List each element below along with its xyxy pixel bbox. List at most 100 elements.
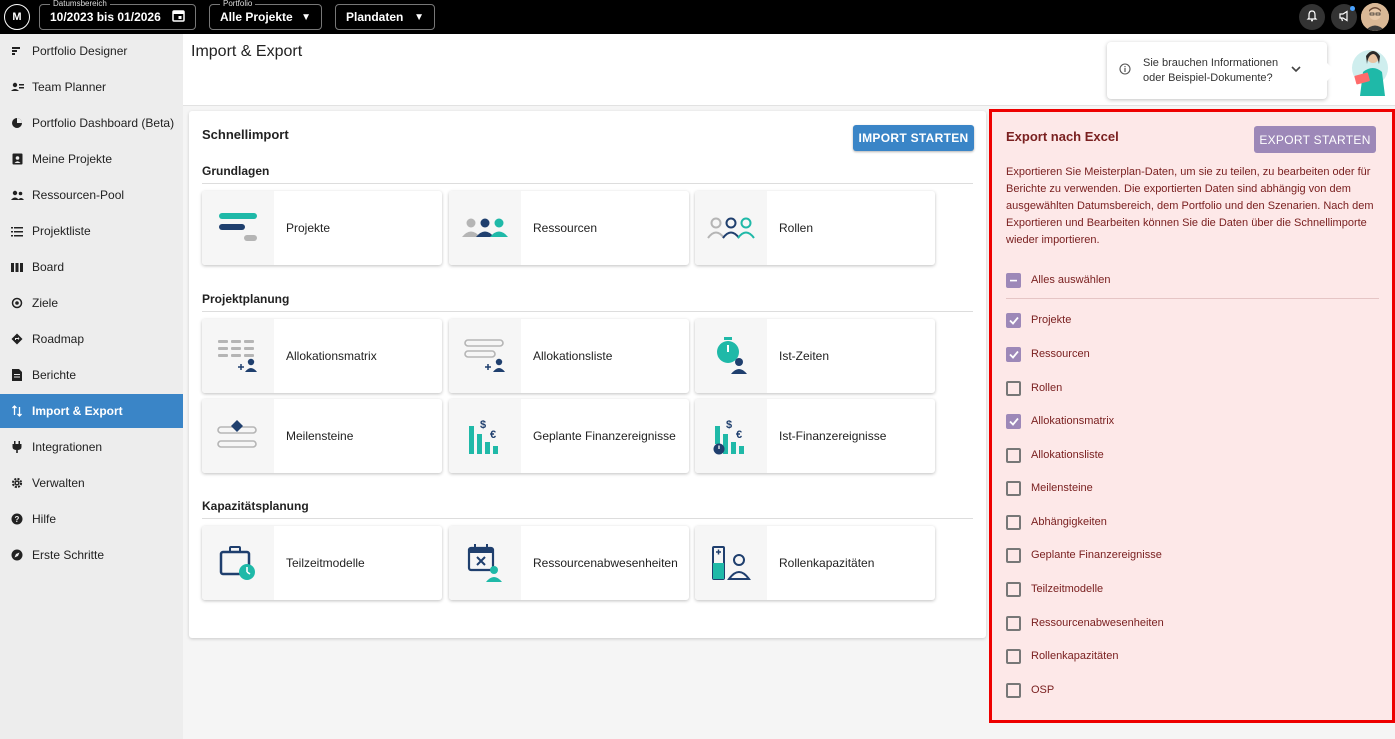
- import-tile-actual-financial-events[interactable]: $ € Ist-Finanzereignisse: [695, 399, 935, 473]
- dashboard-icon: [10, 116, 24, 130]
- checkbox-label: Ressourcenabwesenheiten: [1031, 617, 1164, 629]
- checkbox-label: OSP: [1031, 684, 1055, 696]
- date-range-value: 10/2023 bis 01/2026: [50, 10, 161, 24]
- import-tile-projects[interactable]: Projekte: [202, 191, 442, 265]
- sidebar-item-resource-pool[interactable]: Ressourcen-Pool: [0, 178, 183, 212]
- checkbox-empty-icon: [1006, 547, 1021, 563]
- section-divider: [202, 183, 973, 184]
- scenario-select[interactable]: Plandaten ▼: [335, 4, 435, 30]
- milestones-icon: [202, 399, 274, 473]
- export-panel: Export nach Excel EXPORT STARTEN Exporti…: [989, 109, 1395, 723]
- checkbox-label: Alles auswählen: [1031, 274, 1111, 286]
- sidebar-item-label: Projektliste: [32, 224, 91, 238]
- tile-label: Meilensteine: [286, 429, 354, 443]
- roles-icon: [695, 191, 767, 265]
- import-tile-resource-absences[interactable]: Ressourcenabwesenheiten: [449, 526, 689, 600]
- sidebar-item-roadmap[interactable]: Roadmap: [0, 322, 183, 356]
- sidebar-item-my-projects[interactable]: Meine Projekte: [0, 142, 183, 176]
- sidebar-item-manage[interactable]: Verwalten: [0, 466, 183, 500]
- import-tile-allocation-list[interactable]: Allokationsliste: [449, 319, 689, 393]
- info-dropdown[interactable]: Sie brauchen Informationen oder Beispiel…: [1107, 42, 1327, 99]
- export-option-roles[interactable]: Rollen: [1006, 378, 1062, 398]
- section-title-basics: Grundlagen: [202, 164, 270, 178]
- export-option-milestones[interactable]: Meilensteine: [1006, 478, 1093, 498]
- calendar-icon: [172, 9, 185, 25]
- announcements-button[interactable]: [1331, 4, 1357, 30]
- select-all-checkbox[interactable]: Alles auswählen: [1006, 270, 1111, 290]
- import-start-button[interactable]: IMPORT STARTEN: [853, 125, 974, 151]
- import-tile-planned-financial-events[interactable]: $ € Geplante Finanzereignisse: [449, 399, 689, 473]
- import-tile-roles[interactable]: Rollen: [695, 191, 935, 265]
- sidebar-item-reports[interactable]: Berichte: [0, 358, 183, 392]
- export-option-resource-absences[interactable]: Ressourcenabwesenheiten: [1006, 613, 1164, 633]
- sidebar-item-goals[interactable]: Ziele: [0, 286, 183, 320]
- export-option-allocation-list[interactable]: Allokationsliste: [1006, 445, 1104, 465]
- checkbox-empty-icon: [1006, 514, 1021, 530]
- tile-label: Ist-Finanzereignisse: [779, 429, 887, 443]
- checkbox-empty-icon: [1006, 648, 1021, 664]
- sidebar-item-import-export[interactable]: Import & Export: [0, 394, 183, 428]
- import-tile-role-capacities[interactable]: Rollenkapazitäten: [695, 526, 935, 600]
- date-range-label: Datumsbereich: [50, 0, 110, 9]
- svg-text:€: €: [490, 429, 496, 441]
- import-export-icon: [10, 404, 24, 418]
- export-option-projects[interactable]: Projekte: [1006, 310, 1071, 330]
- tile-label: Geplante Finanzereignisse: [533, 429, 676, 443]
- export-option-role-capacities[interactable]: Rollenkapazitäten: [1006, 646, 1118, 666]
- team-planner-icon: [10, 80, 24, 94]
- section-title-project-planning: Projektplanung: [202, 292, 290, 306]
- svg-text:$: $: [480, 419, 486, 431]
- plug-icon: [10, 440, 24, 454]
- indeterminate-checkbox-icon: [1006, 272, 1021, 288]
- sidebar-item-label: Berichte: [32, 368, 77, 382]
- svg-text:€: €: [736, 429, 742, 441]
- section-title-capacity-planning: Kapazitätsplanung: [202, 499, 309, 513]
- export-option-osp[interactable]: OSP: [1006, 680, 1054, 700]
- planned-finance-icon: $ €: [449, 399, 521, 473]
- portfolio-designer-icon: [10, 44, 24, 58]
- calendar-absence-icon: [449, 526, 521, 600]
- import-tile-part-time-models[interactable]: Teilzeitmodelle: [202, 526, 442, 600]
- quick-import-title: Schnellimport: [202, 127, 289, 142]
- sidebar-item-label: Erste Schritte: [32, 548, 105, 562]
- helper-illustration-icon: [1349, 44, 1391, 98]
- sidebar-item-team-planner[interactable]: Team Planner: [0, 70, 183, 104]
- export-option-resources[interactable]: Ressourcen: [1006, 344, 1090, 364]
- export-option-dependencies[interactable]: Abhängigkeiten: [1006, 512, 1107, 532]
- tile-label: Projekte: [286, 221, 331, 235]
- checkbox-label: Geplante Finanzereignisse: [1031, 549, 1162, 561]
- svg-text:?: ?: [15, 515, 20, 524]
- import-tile-actual-times[interactable]: Ist-Zeiten: [695, 319, 935, 393]
- export-option-part-time-models[interactable]: Teilzeitmodelle: [1006, 579, 1103, 599]
- export-start-button[interactable]: EXPORT STARTEN: [1254, 126, 1376, 153]
- app-logo[interactable]: M: [4, 4, 30, 30]
- caret-down-icon: ▼: [414, 11, 424, 23]
- info-box-pointer: [1326, 62, 1336, 82]
- sidebar-item-label: Verwalten: [32, 476, 85, 490]
- section-divider: [202, 311, 973, 312]
- export-description: Exportieren Sie Meisterplan-Daten, um si…: [1006, 166, 1374, 246]
- sidebar-item-help[interactable]: ? Hilfe: [0, 502, 183, 536]
- export-divider: [1006, 298, 1379, 299]
- checkbox-label: Rollenkapazitäten: [1031, 650, 1119, 662]
- export-option-planned-financial-events[interactable]: Geplante Finanzereignisse: [1006, 545, 1162, 565]
- sidebar-item-portfolio-designer[interactable]: Portfolio Designer: [0, 34, 183, 68]
- export-option-allocation-matrix[interactable]: Allokationsmatrix: [1006, 411, 1114, 431]
- sidebar-item-portfolio-dashboard[interactable]: Portfolio Dashboard (Beta): [0, 106, 183, 140]
- tile-label: Teilzeitmodelle: [286, 556, 365, 570]
- portfolio-label: Portfolio: [220, 0, 256, 9]
- sidebar-item-board[interactable]: Board: [0, 250, 183, 284]
- checkbox-label: Teilzeitmodelle: [1031, 583, 1104, 595]
- user-avatar[interactable]: [1361, 3, 1389, 31]
- checkbox-label: Rollen: [1031, 382, 1063, 394]
- checkbox-empty-icon: [1006, 447, 1021, 463]
- date-range-field[interactable]: Datumsbereich 10/2023 bis 01/2026: [39, 0, 196, 30]
- sidebar-item-integrations[interactable]: Integrationen: [0, 430, 183, 464]
- sidebar-item-first-steps[interactable]: Erste Schritte: [0, 538, 183, 572]
- sidebar-item-project-list[interactable]: Projektliste: [0, 214, 183, 248]
- import-tile-resources[interactable]: Ressourcen: [449, 191, 689, 265]
- import-tile-milestones[interactable]: Meilensteine: [202, 399, 442, 473]
- portfolio-select[interactable]: Portfolio Alle Projekte ▼: [209, 0, 322, 30]
- notifications-button[interactable]: [1299, 4, 1325, 30]
- import-tile-allocation-matrix[interactable]: Allokationsmatrix: [202, 319, 442, 393]
